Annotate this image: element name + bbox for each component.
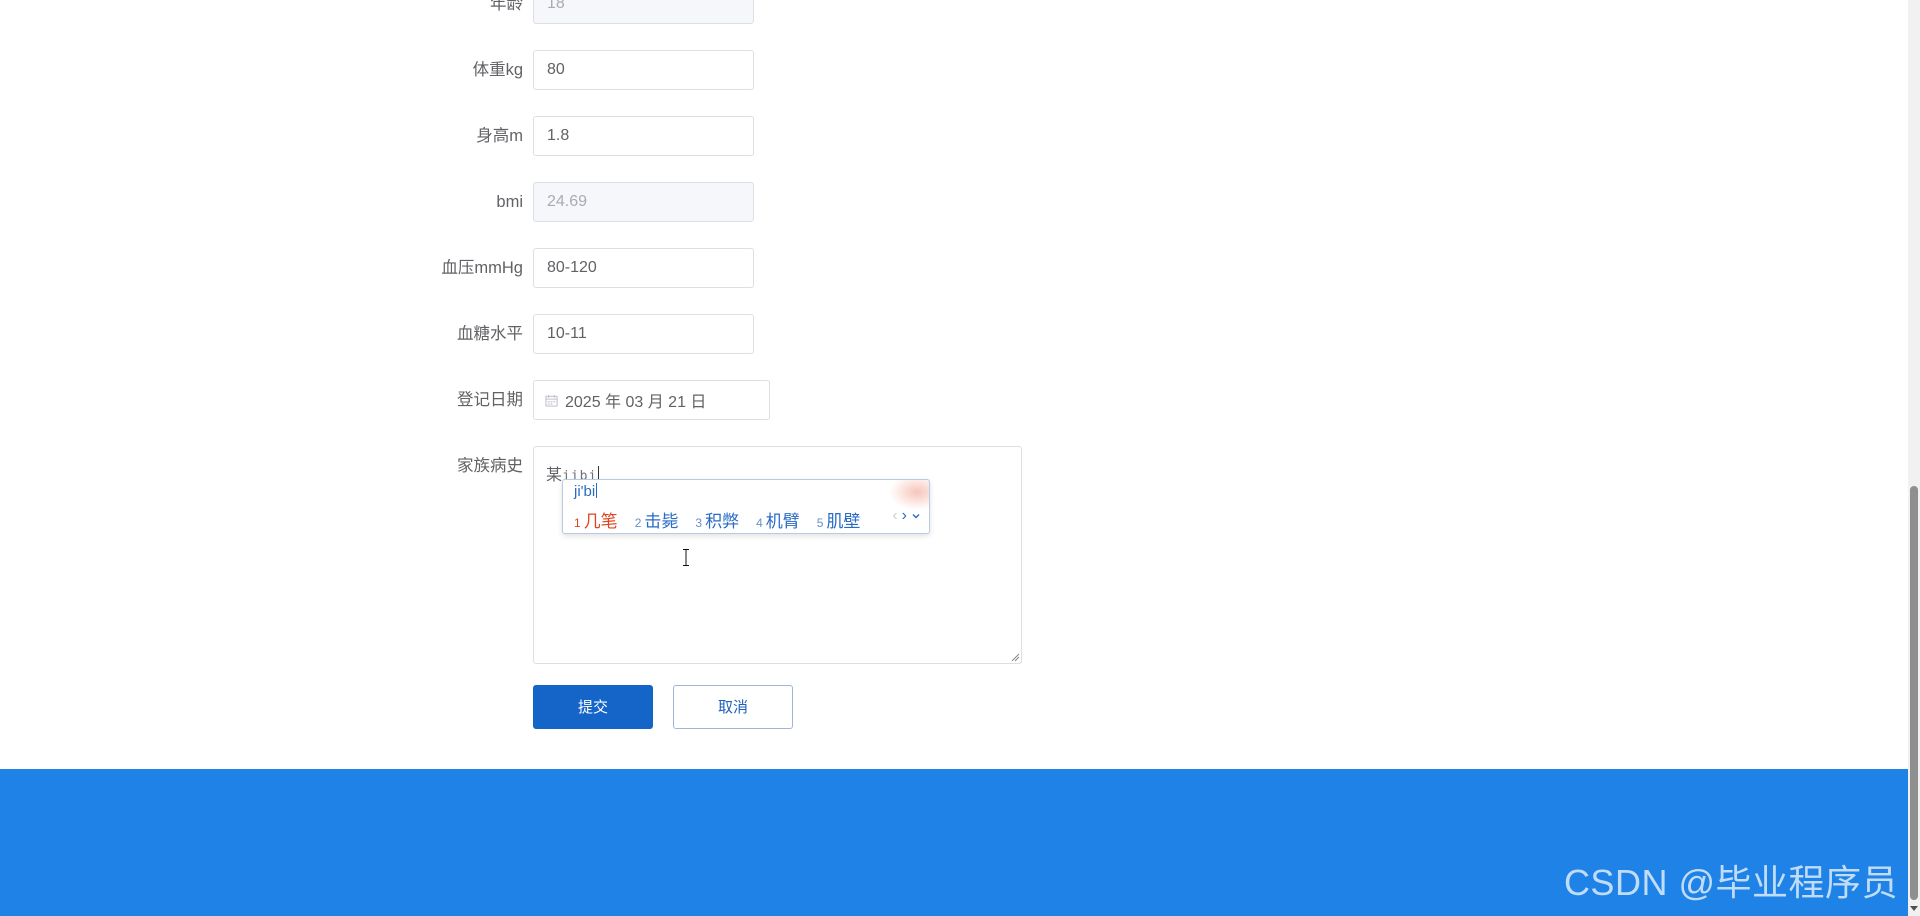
height-input[interactable] [533, 116, 754, 156]
date-label: 登记日期 [457, 391, 523, 409]
ime-candidate[interactable]: 1 几笔 [574, 507, 618, 532]
ime-candidate-text: 机臂 [765, 512, 800, 531]
ime-pinyin: ji'bi [574, 483, 598, 500]
form-row-blood-sugar: 血糖水平 [0, 314, 1100, 354]
age-input [533, 0, 754, 24]
family-history-label: 家族病史 [457, 457, 523, 475]
blood-sugar-label: 血糖水平 [457, 325, 523, 343]
chevron-right-icon[interactable]: › [902, 508, 907, 524]
cancel-button[interactable]: 取消 [673, 685, 793, 729]
ime-candidate-number: 4 [756, 516, 763, 530]
footer: CSDN @毕业程序员 [0, 769, 1908, 916]
family-history-committed: 某 [546, 467, 563, 484]
weight-label: 体重kg [472, 61, 523, 79]
ime-candidate[interactable]: 2 击毙 [635, 507, 679, 532]
ime-candidate[interactable]: 4 机臂 [756, 507, 800, 532]
watermark: CSDN @毕业程序员 [1563, 862, 1898, 903]
bmi-label: bmi [496, 193, 523, 211]
ime-candidate[interactable]: 5 肌壁 [817, 507, 861, 532]
blood-pressure-label: 血压mmHg [441, 259, 523, 277]
page: 年龄 体重kg 身高m bmi 血压mmHg 血糖水平 登记日期 [0, 0, 1920, 916]
resize-grip-icon[interactable] [1010, 652, 1020, 662]
blood-pressure-input[interactable] [533, 248, 754, 288]
chevron-down-icon[interactable] [911, 511, 921, 521]
form-row-age: 年龄 [0, 0, 1100, 24]
ime-candidate-text: 击毙 [644, 512, 679, 531]
ime-candidate-text: 肌壁 [826, 512, 861, 531]
bmi-input [533, 182, 754, 222]
ime-candidate-window: ji'bi 1 几笔 2 击毙 3 积弊 4 机臂 5 肌壁 ‹ › [562, 479, 930, 534]
scrollbar-thumb[interactable] [1910, 486, 1918, 900]
ime-pinyin-text: ji'bi [574, 483, 596, 500]
submit-button[interactable]: 提交 [533, 685, 653, 729]
ime-candidate-number: 3 [695, 516, 703, 530]
calendar-icon [545, 394, 558, 407]
ime-candidate-number: 1 [574, 516, 581, 530]
vertical-scrollbar[interactable] [1908, 0, 1920, 916]
form-row-date: 登记日期 2025 年 03 月 21 日 [0, 380, 1100, 420]
form-row-height: 身高m [0, 116, 1100, 156]
date-value: 2025 年 03 月 21 日 [565, 394, 707, 411]
ime-candidate-number: 5 [816, 516, 824, 530]
ime-candidate[interactable]: 3 积弊 [695, 507, 739, 532]
form-row-weight: 体重kg [0, 50, 1100, 90]
ime-nav: ‹ › [892, 508, 921, 524]
chevron-left-icon[interactable]: ‹ [892, 508, 897, 524]
age-label: 年龄 [490, 0, 523, 13]
weight-input[interactable] [533, 50, 754, 90]
text-cursor-icon [683, 549, 689, 566]
blood-sugar-input[interactable] [533, 314, 754, 354]
ime-decoration [889, 480, 929, 510]
height-label: 身高m [476, 127, 523, 145]
form-row-blood-pressure: 血压mmHg [0, 248, 1100, 288]
ime-candidate-text: 积弊 [705, 512, 740, 531]
ime-caret [596, 483, 598, 498]
ime-candidate-number: 2 [634, 516, 642, 530]
ime-candidate-text: 几笔 [583, 512, 618, 531]
ime-candidate-list: 1 几笔 2 击毙 3 积弊 4 机臂 5 肌壁 [574, 507, 877, 532]
form-row-bmi: bmi [0, 182, 1100, 222]
date-picker[interactable]: 2025 年 03 月 21 日 [533, 380, 770, 420]
scroll-down-arrow-icon[interactable] [1908, 902, 1920, 914]
